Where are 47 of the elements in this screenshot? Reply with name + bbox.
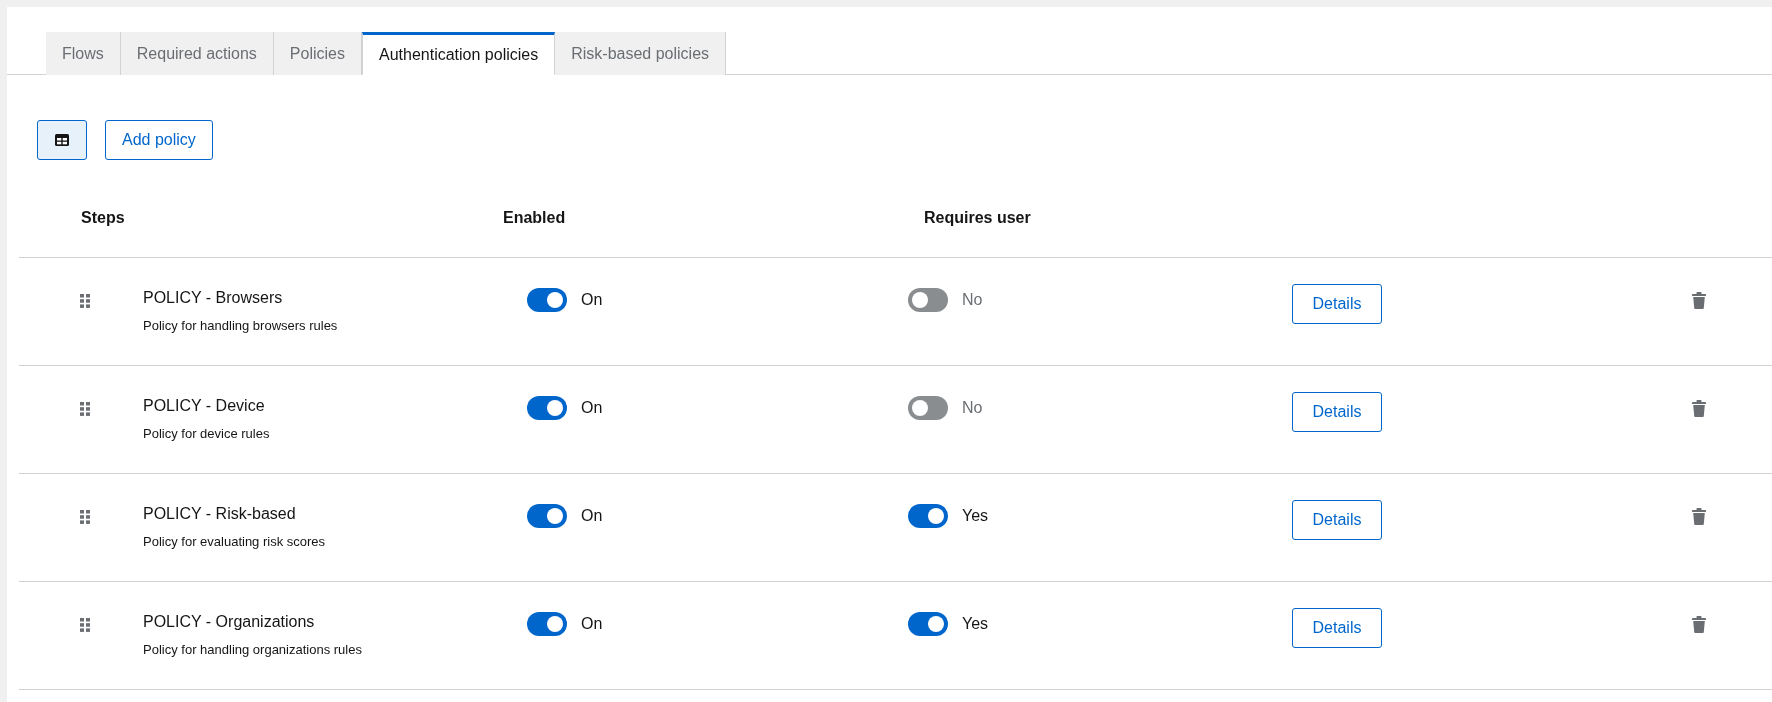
toggle-switch[interactable] <box>527 612 567 636</box>
tab[interactable]: Risk-based policies <box>555 32 727 75</box>
table-view-button[interactable] <box>37 120 87 160</box>
delete-icon[interactable] <box>1692 616 1706 634</box>
toggle-label: Yes <box>962 614 989 634</box>
toggle-switch[interactable] <box>527 396 567 420</box>
toggle-label: On <box>581 506 603 526</box>
tab[interactable]: Required actions <box>120 32 274 75</box>
policy-description: Policy for handling organizations rules <box>143 641 363 659</box>
delete-icon[interactable] <box>1692 400 1706 418</box>
toggle-switch[interactable] <box>908 396 948 420</box>
details-button[interactable]: Details <box>1292 392 1382 432</box>
toggle-label: On <box>581 614 603 634</box>
toggle-label: No <box>962 398 983 418</box>
toggle-label: No <box>962 290 983 310</box>
details-button[interactable]: Details <box>1292 500 1382 540</box>
delete-icon[interactable] <box>1692 508 1706 526</box>
column-header: Requires user <box>924 208 1031 226</box>
toggle-switch[interactable] <box>527 288 567 312</box>
toggle-label: On <box>581 398 603 418</box>
policy-name: POLICY - Device <box>143 396 266 416</box>
toggle-label: On <box>581 290 603 310</box>
policy-description: Policy for evaluating risk scores <box>143 533 327 551</box>
tab[interactable]: Flows <box>46 32 121 75</box>
tab[interactable]: Authentication policies <box>362 32 556 75</box>
toggle-switch[interactable] <box>908 288 948 312</box>
column-header: Enabled <box>503 208 566 226</box>
delete-icon[interactable] <box>1692 292 1706 310</box>
table-icon <box>55 134 69 146</box>
drag-handle-icon[interactable] <box>80 293 90 308</box>
add-policy-button[interactable]: Add policy <box>105 120 213 160</box>
policy-name: POLICY - Risk-based <box>143 504 297 524</box>
drag-handle-icon[interactable] <box>80 617 90 632</box>
toggle-label: Yes <box>962 506 989 526</box>
policy-description: Policy for handling browsers rules <box>143 317 339 335</box>
policy-description: Policy for device rules <box>143 425 271 443</box>
details-button[interactable]: Details <box>1292 284 1382 324</box>
policy-name: POLICY - Browsers <box>143 288 284 308</box>
drag-handle-icon[interactable] <box>80 401 90 416</box>
toggle-switch[interactable] <box>527 504 567 528</box>
toggle-switch[interactable] <box>908 504 948 528</box>
drag-handle-icon[interactable] <box>80 509 90 524</box>
tab[interactable]: Policies <box>273 32 362 75</box>
column-header: Steps <box>81 208 125 226</box>
toggle-switch[interactable] <box>908 612 948 636</box>
details-button[interactable]: Details <box>1292 608 1382 648</box>
policy-name: POLICY - Organizations <box>143 612 316 632</box>
